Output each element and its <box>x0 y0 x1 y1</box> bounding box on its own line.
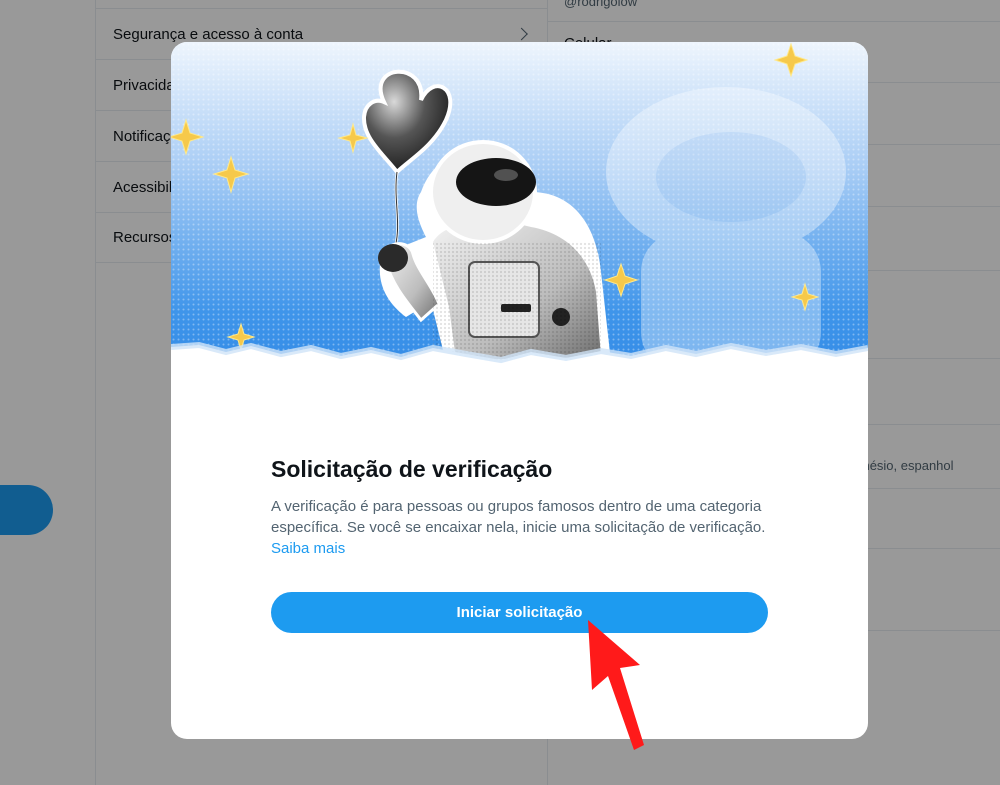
description-text: A verificação é para pessoas ou grupos f… <box>271 498 766 536</box>
start-request-button[interactable]: Iniciar solicitação <box>271 592 768 633</box>
astronaut-balloon-illustration <box>171 42 868 402</box>
dialog-title: Solicitação de verificação <box>271 456 553 482</box>
verification-request-dialog: Solicitação de verificação A verificação… <box>171 42 868 739</box>
annotation-arrow-icon <box>588 620 644 750</box>
dialog-description: A verificação é para pessoas ou grupos f… <box>271 496 768 559</box>
page: Segurança e acesso à conta Privacidade e… <box>0 0 1000 785</box>
dialog-content: Solicitação de verificação A verificação… <box>271 454 768 559</box>
learn-more-link[interactable]: Saiba mais <box>271 540 345 557</box>
